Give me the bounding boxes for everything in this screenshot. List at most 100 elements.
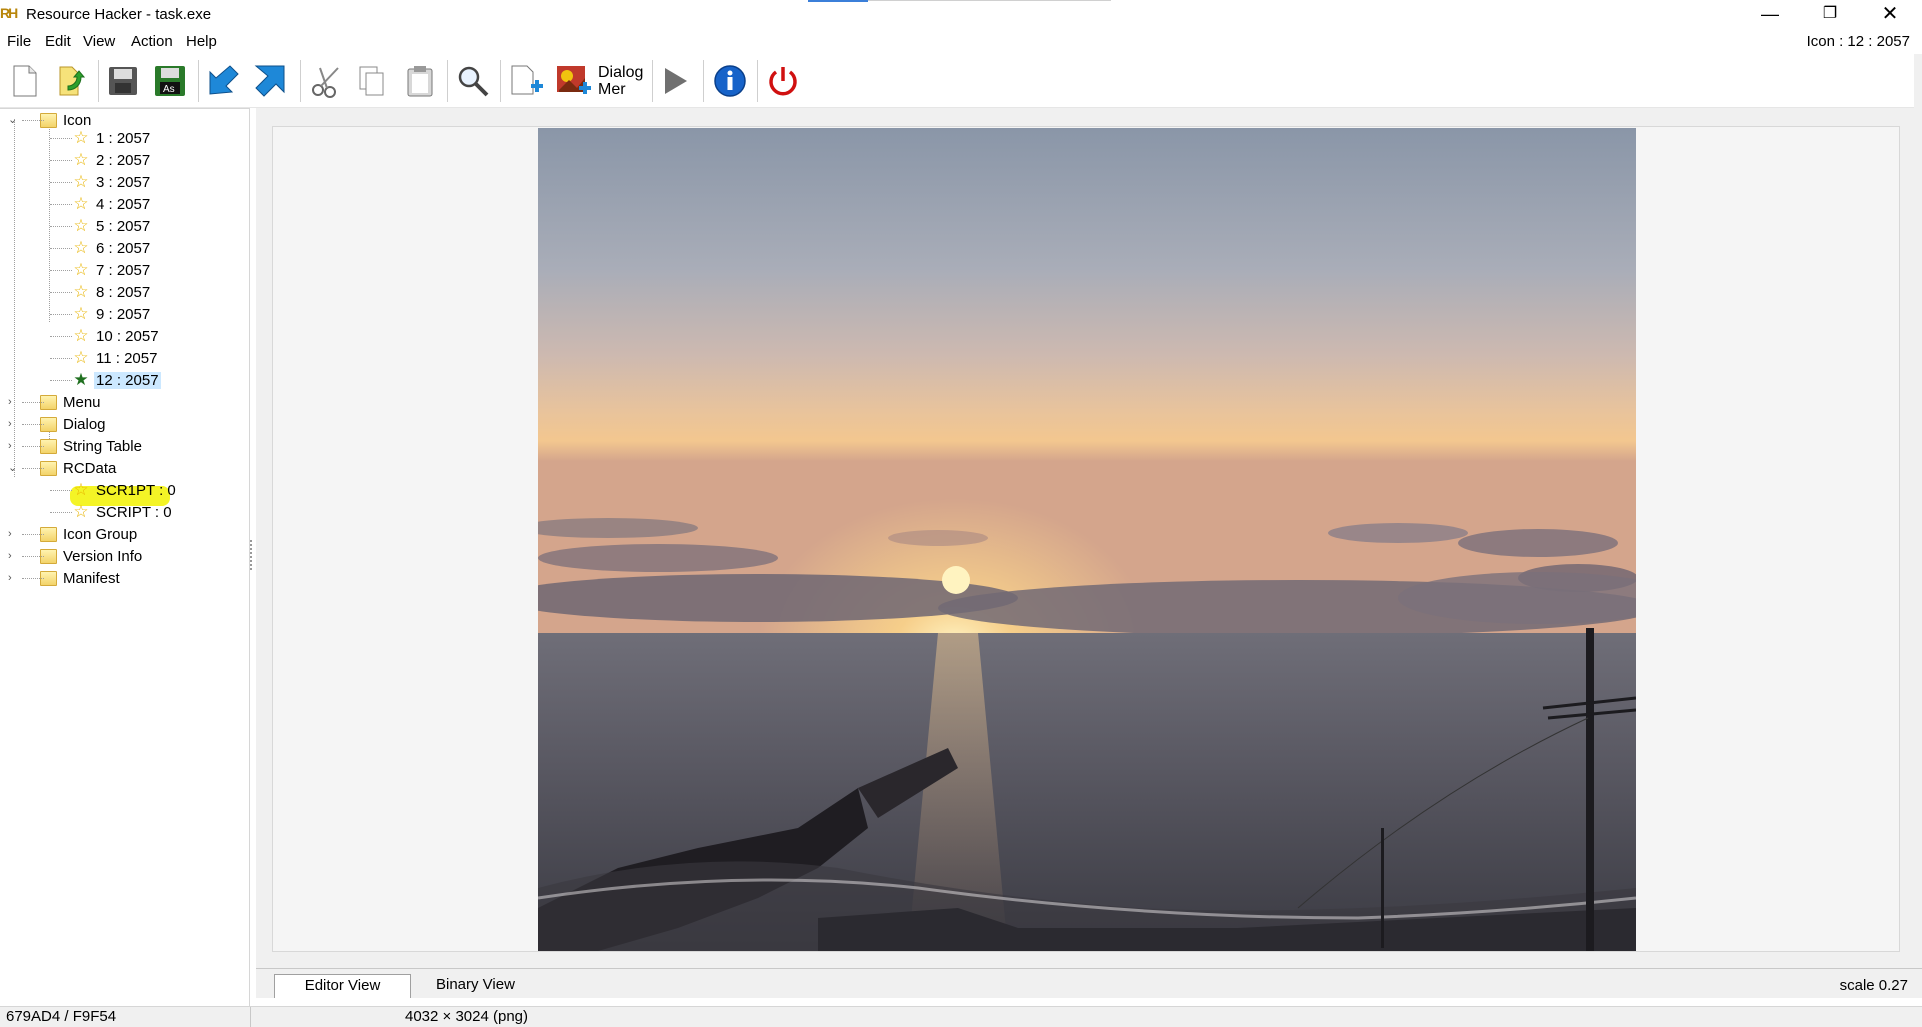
tree-item-label: 8 : 2057 — [96, 283, 151, 301]
tree-item-label: 10 : 2057 — [96, 327, 159, 345]
tree-folder-label: RCData — [63, 459, 117, 477]
dialog-merger-label-2: Mer — [598, 81, 626, 98]
info-icon[interactable] — [708, 59, 752, 103]
copy-icon[interactable] — [350, 59, 394, 103]
add-image-icon[interactable] — [552, 59, 596, 103]
tree-folder-label: Manifest — [63, 569, 120, 587]
title-bar: RH Resource Hacker - task.exe — ❐ ✕ — [0, 0, 1922, 30]
tree-item-scr1pt[interactable]: ☆ SCR1PT : 0 — [50, 479, 178, 501]
tree-folder-dialog[interactable]: › Dialog — [8, 413, 108, 435]
open-file-icon[interactable] — [50, 59, 94, 103]
star-icon: ☆ — [73, 502, 89, 521]
tree-item-label: 5 : 2057 — [96, 217, 151, 235]
tree-item-icon-10[interactable]: ☆ 10 : 2057 — [50, 325, 161, 347]
tab-editor-view[interactable]: Editor View — [274, 974, 411, 998]
dialog-merger-label-1: Dialog — [598, 64, 644, 81]
tree-item-label: 6 : 2057 — [96, 239, 151, 257]
toolbar-separator — [447, 60, 448, 102]
close-button[interactable]: ✕ — [1860, 0, 1920, 30]
import-arrow-icon[interactable] — [201, 59, 245, 103]
tree-item-label: 7 : 2057 — [96, 261, 151, 279]
tree-item-icon-12[interactable]: ★ 12 : 2057 — [50, 369, 161, 391]
toolbar-separator — [500, 60, 501, 102]
star-icon: ☆ — [73, 194, 89, 213]
run-script-icon[interactable] — [653, 59, 697, 103]
expand-icon[interactable]: › — [8, 573, 18, 584]
expand-icon[interactable]: › — [8, 529, 18, 540]
toolbar-separator — [300, 60, 301, 102]
panel-splitter[interactable] — [250, 540, 254, 570]
tree-item-icon-1[interactable]: ☆ 1 : 2057 — [50, 127, 152, 149]
tree-item-icon-7[interactable]: ☆ 7 : 2057 — [50, 259, 152, 281]
star-icon: ☆ — [73, 304, 89, 323]
view-tabs: Editor View Binary View scale 0.27 — [256, 968, 1922, 998]
current-resource-label: Icon : 12 : 2057 — [1806, 33, 1910, 50]
cut-icon[interactable] — [305, 59, 349, 103]
star-icon: ☆ — [73, 480, 89, 499]
tab-binary-view[interactable]: Binary View — [422, 974, 532, 998]
restore-button[interactable]: ❐ — [1800, 0, 1860, 30]
tree-folder-version-info[interactable]: › Version Info — [8, 545, 144, 567]
minimize-button[interactable]: — — [1740, 0, 1800, 30]
star-icon: ☆ — [73, 150, 89, 169]
tree-item-icon-11[interactable]: ☆ 11 : 2057 — [50, 347, 159, 369]
tree-folder-label: Version Info — [63, 547, 143, 565]
save-icon[interactable] — [101, 59, 145, 103]
star-icon: ☆ — [73, 238, 89, 257]
tree-folder-menu[interactable]: › Menu — [8, 391, 103, 413]
search-icon[interactable] — [451, 59, 495, 103]
paste-icon[interactable] — [398, 59, 442, 103]
tree-item-label: 2 : 2057 — [96, 151, 151, 169]
menu-view[interactable]: View — [83, 33, 115, 50]
add-resource-icon[interactable] — [505, 59, 549, 103]
titlebar-accent — [808, 0, 868, 2]
menu-edit[interactable]: Edit — [45, 33, 71, 50]
expand-icon[interactable]: › — [8, 441, 18, 452]
new-file-icon[interactable] — [3, 59, 47, 103]
expand-icon[interactable]: › — [8, 397, 18, 408]
tree-folder-icon-group[interactable]: › Icon Group — [8, 523, 139, 545]
expand-icon[interactable]: › — [8, 419, 18, 430]
tree-folder-string-table[interactable]: › String Table — [8, 435, 144, 457]
tree-item-icon-3[interactable]: ☆ 3 : 2057 — [50, 171, 152, 193]
status-position: 679AD4 / F9F54 — [6, 1008, 117, 1025]
tree-item-script[interactable]: ☆ SCRIPT : 0 — [50, 501, 174, 523]
star-icon: ☆ — [73, 172, 89, 191]
save-as-icon[interactable]: As — [148, 59, 192, 103]
tree-item-icon-8[interactable]: ☆ 8 : 2057 — [50, 281, 152, 303]
scale-indicator: scale 0.27 — [1839, 977, 1908, 994]
tree-folder-rcdata[interactable]: ⌄ RCData — [8, 457, 118, 479]
dialog-merger-button[interactable]: Dialog Mer — [598, 59, 646, 103]
collapse-icon[interactable]: ⌄ — [8, 115, 18, 126]
window-title: Resource Hacker - task.exe — [26, 6, 212, 23]
menu-bar: File Edit View Action Help Icon : 12 : 2… — [0, 30, 1922, 54]
power-exit-icon[interactable] — [761, 59, 805, 103]
collapse-icon[interactable]: ⌄ — [8, 463, 18, 474]
tree-item-icon-5[interactable]: ☆ 5 : 2057 — [50, 215, 152, 237]
tree-folder-label: Dialog — [63, 415, 106, 433]
save-as-label: As — [163, 84, 175, 95]
star-icon: ☆ — [73, 260, 89, 279]
expand-icon[interactable]: › — [8, 551, 18, 562]
star-icon: ★ — [73, 370, 89, 389]
menu-help[interactable]: Help — [186, 33, 217, 50]
tree-item-icon-6[interactable]: ☆ 6 : 2057 — [50, 237, 152, 259]
export-arrow-icon[interactable] — [249, 59, 293, 103]
app-icon: RH — [0, 5, 18, 21]
menu-action[interactable]: Action — [131, 33, 173, 50]
toolbar-separator — [703, 60, 704, 102]
icon-image-preview — [538, 128, 1636, 951]
toolbar-separator — [757, 60, 758, 102]
tree-folder-manifest[interactable]: › Manifest — [8, 567, 122, 589]
tree-connector — [22, 120, 44, 121]
tree-item-label: 4 : 2057 — [96, 195, 151, 213]
toolbar: As Dialog Mer — [0, 54, 1922, 108]
menu-file[interactable]: File — [7, 33, 31, 50]
star-icon: ☆ — [73, 282, 89, 301]
tree-item-label: SCRIPT : 0 — [96, 503, 172, 521]
status-separator — [250, 1007, 251, 1027]
tree-item-icon-4[interactable]: ☆ 4 : 2057 — [50, 193, 152, 215]
tree-folder-label: Icon Group — [63, 525, 138, 543]
tree-item-icon-9[interactable]: ☆ 9 : 2057 — [50, 303, 152, 325]
tree-item-icon-2[interactable]: ☆ 2 : 2057 — [50, 149, 152, 171]
